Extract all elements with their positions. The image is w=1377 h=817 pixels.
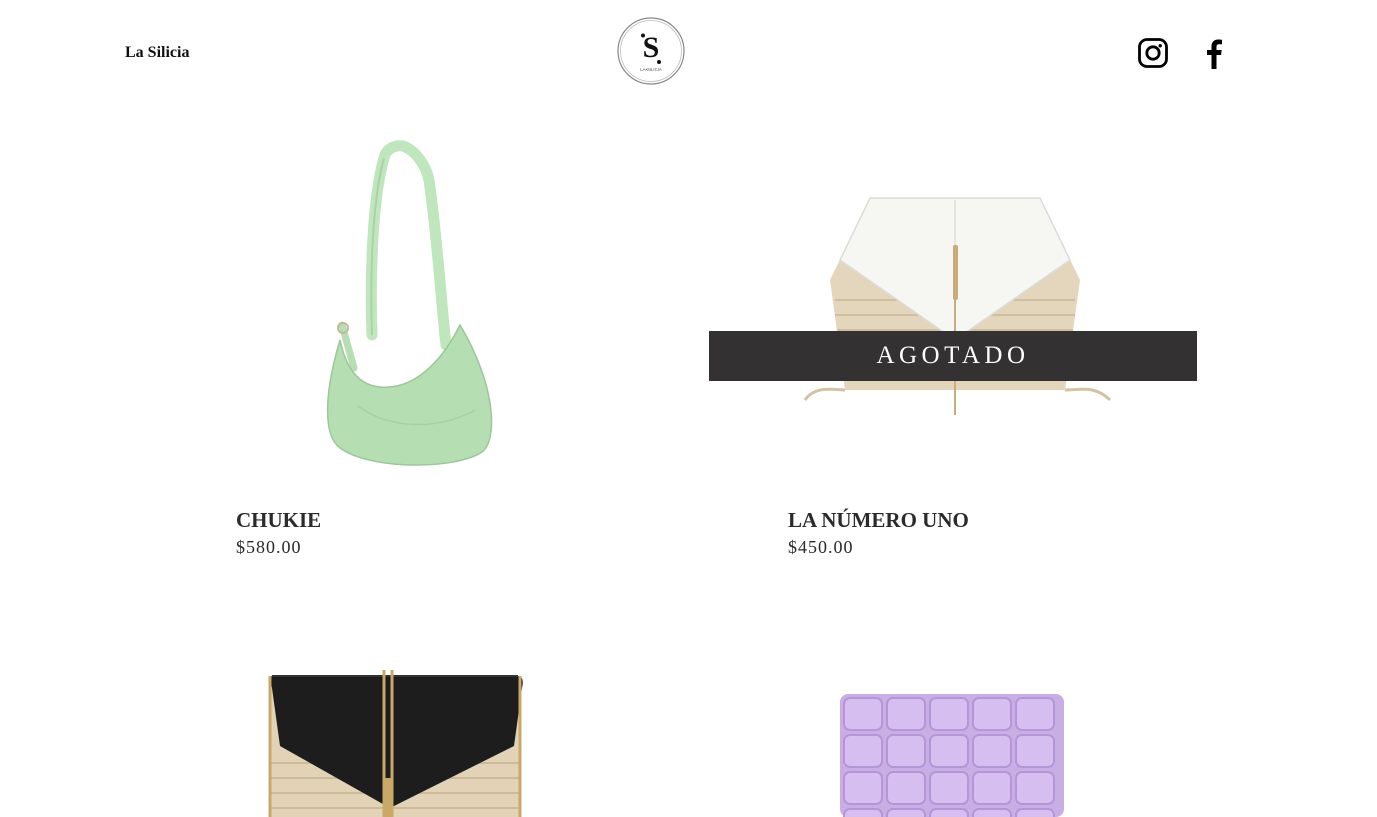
- product-price-la-numero-uno: $450.00: [788, 537, 854, 557]
- product-name-la-numero-uno[interactable]: LA NÚMERO UNO: [788, 508, 969, 533]
- chukie-bag-image[interactable]: [300, 140, 510, 470]
- logo[interactable]: S LA•SILICIA: [617, 17, 685, 85]
- product-name-chukie[interactable]: CHUKIE: [236, 508, 321, 533]
- logo-letter: S: [643, 31, 660, 64]
- sold-out-badge: AGOTADO: [709, 331, 1197, 381]
- logo-caption: LA•SILICIA: [640, 67, 662, 72]
- lilac-quilted-bag-image[interactable]: [832, 690, 1072, 817]
- black-flap-bag-image[interactable]: [262, 668, 557, 817]
- product-price-chukie: $580.00: [236, 537, 302, 557]
- instagram-icon[interactable]: [1137, 36, 1169, 70]
- page: La Silicia S LA•SILICIA CHUKIE $580.00 A…: [0, 0, 1377, 817]
- la-numero-uno-bag-image[interactable]: [795, 190, 1115, 420]
- facebook-icon[interactable]: [1198, 36, 1230, 70]
- brand-name[interactable]: La Silicia: [125, 44, 189, 62]
